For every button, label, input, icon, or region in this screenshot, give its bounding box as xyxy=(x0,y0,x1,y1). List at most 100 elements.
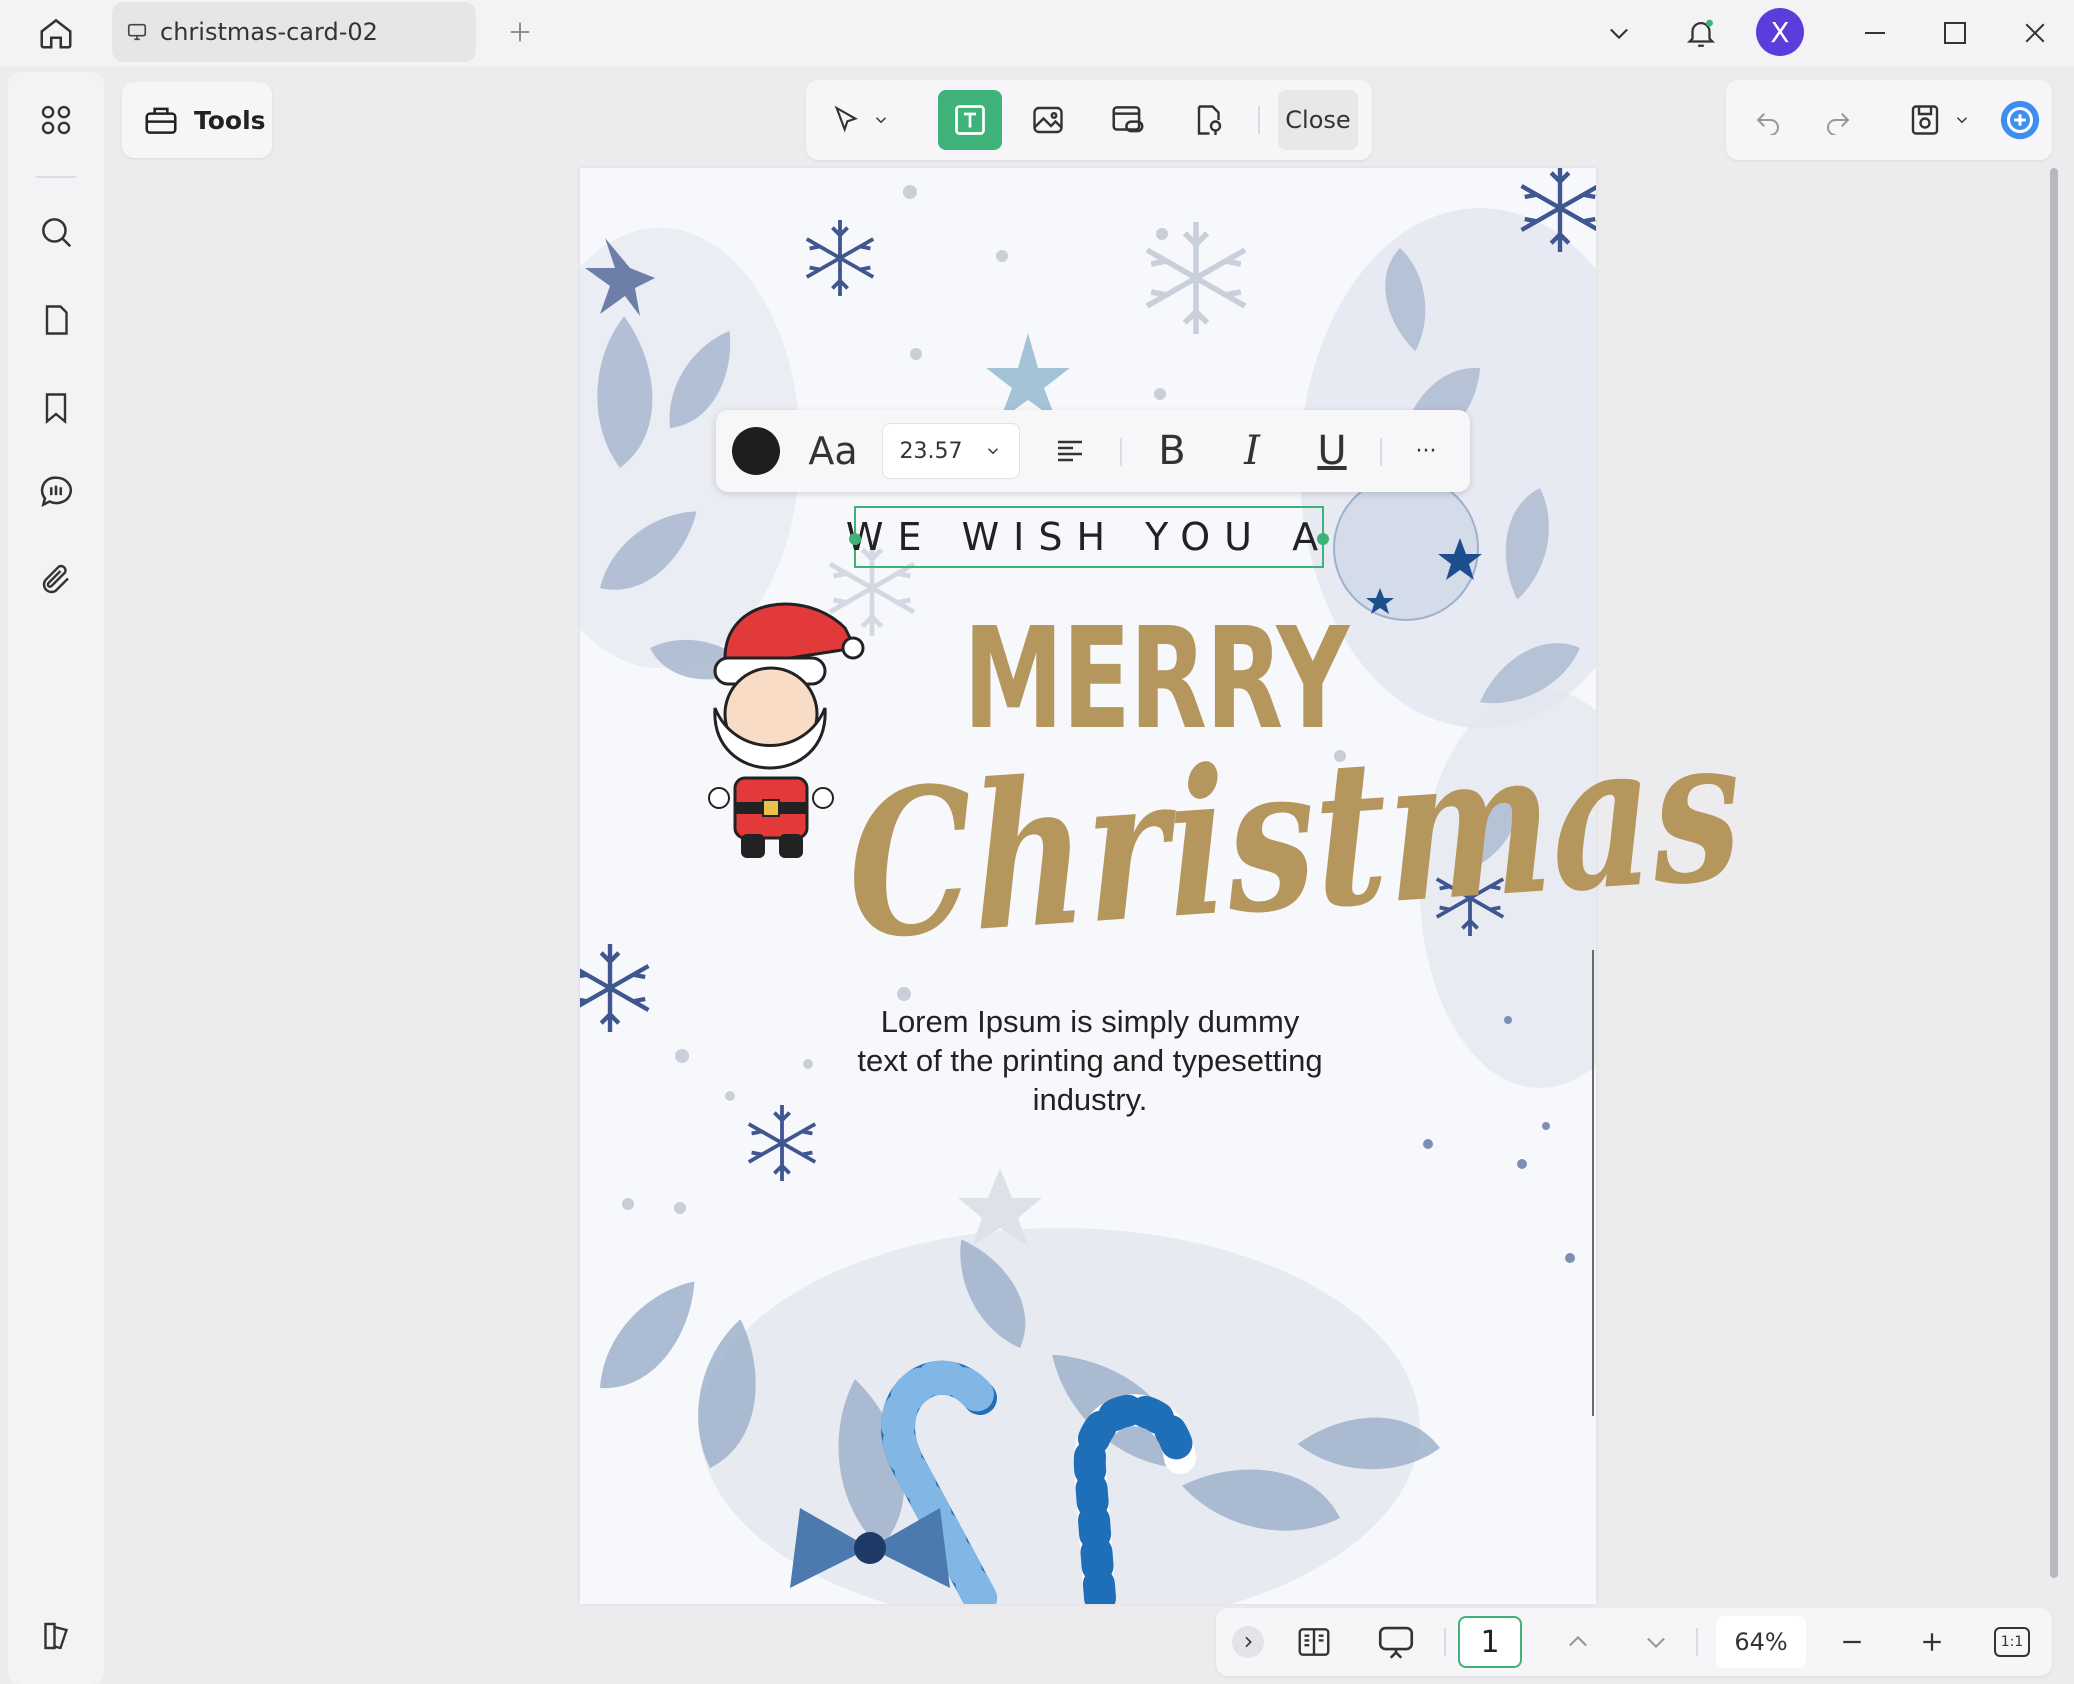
save-button[interactable] xyxy=(1896,94,1982,146)
selected-text-box[interactable]: WE WISH YOU A xyxy=(846,506,1329,568)
presentation-icon xyxy=(1378,1626,1414,1659)
undo-icon xyxy=(1756,113,1779,135)
close-window-button[interactable] xyxy=(2012,10,2058,56)
resize-handle-right[interactable] xyxy=(1317,533,1329,545)
image-icon xyxy=(1033,106,1063,134)
minimize-button[interactable] xyxy=(1852,10,1898,56)
sidebar-divider xyxy=(36,176,76,178)
text-color-button[interactable] xyxy=(726,423,786,479)
toolbox-icon xyxy=(145,107,177,134)
ai-assistant-icon xyxy=(2000,100,2040,140)
zoom-level[interactable]: 64% xyxy=(1716,1616,1806,1668)
new-tab-button[interactable] xyxy=(500,12,540,52)
text-format-toolbar: Aa 23.57 B I U ··· xyxy=(716,410,1470,492)
underline-button[interactable]: U xyxy=(1300,423,1364,479)
align-button[interactable] xyxy=(1038,423,1102,479)
sidebar-item-attachments[interactable] xyxy=(30,554,82,606)
search-icon xyxy=(42,218,72,248)
bold-button[interactable]: B xyxy=(1140,423,1204,479)
text-icon xyxy=(955,105,985,135)
zoom-out-button[interactable] xyxy=(1826,1616,1878,1668)
undo-button[interactable] xyxy=(1742,94,1794,146)
more-options-button[interactable]: ··· xyxy=(1396,423,1456,479)
bottom-navigation-bar: 1 64% 1:1 xyxy=(1216,1608,2052,1676)
resize-handle-left[interactable] xyxy=(849,533,861,545)
font-size-value: 23.57 xyxy=(899,438,963,464)
vertical-scrollbar[interactable] xyxy=(2050,168,2058,1578)
chevron-down-icon xyxy=(875,117,887,124)
actual-size-button[interactable]: 1:1 xyxy=(1986,1616,2038,1668)
presentation-button[interactable] xyxy=(1364,1616,1428,1668)
select-tool-button[interactable] xyxy=(820,90,900,150)
document-tab[interactable]: christmas-card-02 xyxy=(112,2,476,62)
actual-size-icon: 1:1 xyxy=(1994,1627,2030,1657)
card-body-text[interactable]: Lorem Ipsum is simply dummy text of the … xyxy=(830,1002,1350,1119)
bottom-divider xyxy=(1444,1628,1446,1656)
minimize-icon xyxy=(1865,32,1885,34)
ai-assistant-button[interactable] xyxy=(1994,94,2046,146)
previous-page-button[interactable] xyxy=(1552,1616,1604,1668)
chevron-right-icon xyxy=(1232,1626,1264,1658)
layers-icon xyxy=(44,1622,69,1650)
chevron-down-icon xyxy=(988,448,999,455)
link-tool-button[interactable] xyxy=(1098,90,1158,150)
page-layout-button[interactable] xyxy=(1284,1616,1344,1668)
color-swatch xyxy=(732,427,780,475)
italic-button[interactable]: I xyxy=(1220,423,1284,479)
tab-title: christmas-card-02 xyxy=(160,18,378,46)
card-heading-christmas[interactable]: Christmas xyxy=(844,690,1745,985)
tabs-dropdown-button[interactable] xyxy=(1596,10,1642,56)
page-number-input[interactable]: 1 xyxy=(1458,1616,1522,1668)
expand-bar-button[interactable] xyxy=(1228,1616,1268,1668)
notifications-button[interactable] xyxy=(1678,10,1724,56)
bell-icon xyxy=(1686,19,1716,47)
sidebar-item-bookmarks[interactable] xyxy=(30,382,82,434)
maximize-button[interactable] xyxy=(1932,10,1978,56)
link-icon xyxy=(1112,106,1144,133)
chevron-down-icon xyxy=(1956,117,1968,124)
body-line-3: industry. xyxy=(1032,1082,1148,1117)
left-sidebar xyxy=(8,72,104,1684)
zoom-in-button[interactable] xyxy=(1906,1616,1958,1668)
watermark-tool-button[interactable] xyxy=(1178,90,1238,150)
format-divider xyxy=(1380,438,1382,466)
redo-button[interactable] xyxy=(1812,94,1864,146)
image-tool-button[interactable] xyxy=(1018,90,1078,150)
sidebar-item-search[interactable] xyxy=(30,206,82,258)
sidebar-item-thumbnails[interactable] xyxy=(30,94,82,146)
plus-icon xyxy=(510,22,530,42)
sidebar-item-pages[interactable] xyxy=(30,294,82,346)
redo-icon xyxy=(1827,113,1850,135)
body-line-1: Lorem Ipsum is simply dummy xyxy=(880,1004,1300,1039)
sidebar-item-layers[interactable] xyxy=(30,1610,82,1662)
body-line-2: text of the printing and typesetting xyxy=(857,1043,1323,1078)
user-avatar[interactable]: X xyxy=(1756,8,1804,56)
chevron-down-icon xyxy=(1647,1637,1665,1649)
toolbar-divider xyxy=(1258,106,1260,134)
maximize-icon xyxy=(1944,22,1966,44)
save-icon xyxy=(1911,105,1939,135)
right-toolbar xyxy=(1726,80,2052,160)
stamp-icon xyxy=(1197,105,1222,135)
monitor-icon xyxy=(127,23,147,41)
home-icon xyxy=(40,18,72,49)
next-page-button[interactable] xyxy=(1630,1616,1682,1668)
text-tool-button[interactable] xyxy=(938,90,1002,150)
format-divider xyxy=(1120,438,1122,466)
object-guide-line xyxy=(1592,950,1594,1416)
home-button[interactable] xyxy=(32,10,80,56)
chevron-up-icon xyxy=(1569,1635,1587,1647)
page-icon xyxy=(45,305,68,335)
comment-icon xyxy=(40,476,73,508)
minus-icon xyxy=(1843,1640,1861,1644)
bookmark-icon xyxy=(45,393,67,425)
app-window: christmas-card-02 X Tools Close MERRY Ch… xyxy=(0,0,2074,1684)
selected-text: WE WISH YOU A xyxy=(845,515,1333,559)
book-icon xyxy=(1298,1628,1330,1656)
align-left-icon xyxy=(1058,440,1082,462)
font-size-dropdown[interactable]: 23.57 xyxy=(882,423,1020,479)
font-family-button[interactable]: Aa xyxy=(798,423,868,479)
close-edit-button[interactable]: Close xyxy=(1278,90,1358,150)
tools-button[interactable]: Tools xyxy=(122,82,272,158)
sidebar-item-comments[interactable] xyxy=(30,466,82,518)
